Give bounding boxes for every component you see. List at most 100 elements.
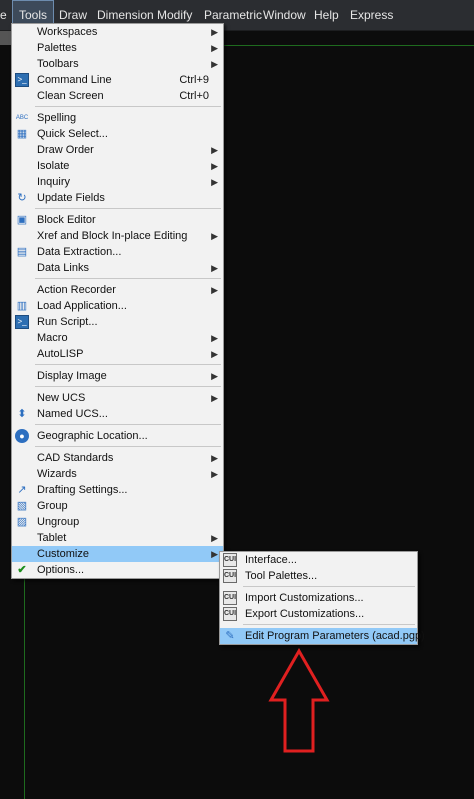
cui-icon: CUI [223, 553, 237, 567]
menu-item-label: Customize [37, 548, 89, 560]
menu-item-tablet[interactable]: Tablet ▶ [12, 530, 223, 546]
import-cui-icon: CUI [223, 591, 237, 605]
menu-item-autolisp[interactable]: AutoLISP ▶ [12, 346, 223, 362]
menu-item-label: Export Customizations... [245, 608, 365, 620]
menu-item-toolbars[interactable]: Toolbars ▶ [12, 56, 223, 72]
menu-item-update-fields[interactable]: ↻ Update Fields [12, 190, 223, 206]
menu-item-data-extraction[interactable]: ▤ Data Extraction... [12, 244, 223, 260]
options-check-icon: ✔ [17, 564, 27, 576]
menu-item-label: Run Script... [37, 316, 98, 328]
menu-item-isolate[interactable]: Isolate ▶ [12, 158, 223, 174]
menu-item-label: Inquiry [37, 176, 71, 188]
menu-item-label: Load Application... [37, 300, 127, 312]
menu-item-group[interactable]: ▧ Group [12, 498, 223, 514]
menu-item-palettes[interactable]: Palettes ▶ [12, 40, 223, 56]
menu-item-wizards[interactable]: Wizards ▶ [12, 466, 223, 482]
menu-item-cad-standards[interactable]: CAD Standards ▶ [12, 450, 223, 466]
menu-item-label: Xref and Block In-place Editing [37, 230, 188, 242]
menu-item-label: AutoLISP [37, 348, 84, 360]
menu-item-label: Draw Order [37, 144, 94, 156]
menu-item-label: Tool Palettes... [245, 570, 318, 582]
menu-item-inquiry[interactable]: Inquiry ▶ [12, 174, 223, 190]
menu-item-clean-screen[interactable]: Clean Screen Ctrl+0 [12, 88, 223, 104]
submenu-arrow-icon: ▶ [211, 177, 218, 187]
menu-item-label: Options... [37, 564, 85, 576]
named-ucs-icon: ⬍ [17, 408, 27, 420]
menu-item-customize[interactable]: Customize ▶ [12, 546, 223, 562]
menu-item-run-script[interactable]: >_ Run Script... [12, 314, 223, 330]
tools-menu: Workspaces ▶ Palettes ▶ Toolbars ▶ >_ Command L… [11, 23, 224, 579]
menu-item-label: Data Extraction... [37, 246, 122, 258]
menu-item-action-recorder[interactable]: Action Recorder ▶ [12, 282, 223, 298]
load-application-icon: ▥ [16, 300, 28, 312]
group-icon: ▧ [16, 500, 28, 512]
edit-pgp-icon: ✎ [225, 630, 235, 642]
menu-item-express[interactable]: Express [350, 0, 393, 31]
menu-item-edit[interactable]: e [0, 0, 7, 31]
annotation-arrow-icon [268, 648, 330, 753]
menu-item-label: New UCS [37, 392, 86, 404]
submenu-arrow-icon: ▶ [211, 333, 218, 343]
menu-item-label: Wizards [37, 468, 77, 480]
menu-item-macro[interactable]: Macro ▶ [12, 330, 223, 346]
menu-item-workspaces[interactable]: Workspaces ▶ [12, 24, 223, 40]
menu-item-spelling[interactable]: ABC Spelling [12, 110, 223, 126]
menu-item-load-application[interactable]: ▥ Load Application... [12, 298, 223, 314]
menu-item-label: Workspaces [37, 26, 98, 38]
menu-item-new-ucs[interactable]: New UCS ▶ [12, 390, 223, 406]
drafting-settings-icon: ↗ [17, 484, 27, 496]
menu-item-draw-order[interactable]: Draw Order ▶ [12, 142, 223, 158]
menu-item-label: Action Recorder [37, 284, 116, 296]
menu-item-label: Interface... [245, 554, 297, 566]
menu-item-label: Group [37, 500, 68, 512]
submenu-arrow-icon: ▶ [211, 231, 218, 241]
tool-palettes-icon: CUI [223, 569, 237, 583]
menu-item-drafting-settings[interactable]: ↗ Drafting Settings... [12, 482, 223, 498]
menu-item-label: Update Fields [37, 192, 105, 204]
submenu-arrow-icon: ▶ [211, 533, 218, 543]
menu-item-edit-program-parameters[interactable]: ✎ Edit Program Parameters (acad.pgp) [220, 628, 425, 644]
menu-item-label: Import Customizations... [245, 592, 364, 604]
globe-icon: ● [15, 429, 29, 443]
menu-item-command-line[interactable]: >_ Command Line Ctrl+9 [12, 72, 223, 88]
submenu-arrow-icon: ▶ [211, 393, 218, 403]
command-line-icon: >_ [15, 73, 29, 87]
menu-item-label: Command Line [37, 74, 112, 86]
viewport-border [222, 45, 474, 46]
menu-item-xref-and-block-in-place-editing[interactable]: Xref and Block In-place Editing ▶ [12, 228, 223, 244]
submenu-arrow-icon: ▶ [211, 263, 218, 273]
menu-item-shortcut: Ctrl+0 [179, 90, 209, 102]
menu-item-help[interactable]: Help [314, 0, 339, 31]
menu-item-options[interactable]: ✔ Options... [12, 562, 223, 578]
menu-item-label: Palettes [37, 42, 77, 54]
menu-item-export-customizations[interactable]: CUI Export Customizations... [220, 606, 417, 622]
submenu-arrow-icon: ▶ [211, 43, 218, 53]
menu-item-import-customizations[interactable]: CUI Import Customizations... [220, 590, 417, 606]
submenu-arrow-icon: ▶ [211, 453, 218, 463]
submenu-arrow-icon: ▶ [211, 371, 218, 381]
menu-item-label: Geographic Location... [37, 430, 148, 442]
submenu-arrow-icon: ▶ [211, 59, 218, 69]
export-cui-icon: CUI [223, 607, 237, 621]
menu-item-label: Macro [37, 332, 68, 344]
menu-item-tool-palettes[interactable]: CUI Tool Palettes... [220, 568, 417, 584]
menu-item-interface[interactable]: CUI Interface... [220, 552, 417, 568]
menu-item-label: Drafting Settings... [37, 484, 128, 496]
submenu-arrow-icon: ▶ [211, 469, 218, 479]
menu-item-display-image[interactable]: Display Image ▶ [12, 368, 223, 384]
menu-item-named-ucs[interactable]: ⬍ Named UCS... [12, 406, 223, 422]
menu-item-data-links[interactable]: Data Links ▶ [12, 260, 223, 276]
menu-item-ungroup[interactable]: ▨ Ungroup [12, 514, 223, 530]
menu-item-geographic-location[interactable]: ● Geographic Location... [12, 428, 223, 444]
quick-select-icon: ▦ [16, 128, 28, 140]
data-extraction-icon: ▤ [16, 246, 28, 258]
submenu-arrow-icon: ▶ [211, 145, 218, 155]
submenu-arrow-icon: ▶ [211, 27, 218, 37]
menu-item-window[interactable]: Window [263, 0, 306, 31]
menu-item-block-editor[interactable]: ▣ Block Editor [12, 212, 223, 228]
submenu-arrow-icon: ▶ [211, 285, 218, 295]
menu-item-quick-select[interactable]: ▦ Quick Select... [12, 126, 223, 142]
menu-item-label: Named UCS... [37, 408, 108, 420]
menu-item-label: Ungroup [37, 516, 80, 528]
menu-item-label: Display Image [37, 370, 107, 382]
